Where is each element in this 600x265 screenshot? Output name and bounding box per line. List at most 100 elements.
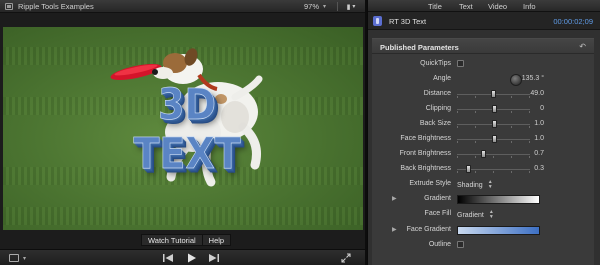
param-value[interactable]: 49.0 xyxy=(530,90,544,97)
viewer-transport-bar: ▾ xyxy=(0,249,365,265)
slider-thumb[interactable] xyxy=(492,135,497,143)
slider-thumb[interactable] xyxy=(492,120,497,128)
param-row-face-gradient: ▶ Face Gradient xyxy=(372,223,594,238)
app-window: Ripple Tools Examples 97% ▾ ▮ ▾ 3D TEXT … xyxy=(0,0,600,265)
back-size-slider[interactable] xyxy=(457,120,530,128)
next-icon[interactable] xyxy=(208,253,220,263)
slider-tick xyxy=(475,111,476,113)
divider xyxy=(337,2,338,11)
help-button[interactable]: Help xyxy=(202,234,232,246)
front-brightness-slider[interactable] xyxy=(457,150,530,158)
param-row-quicktips: QuickTips xyxy=(372,57,594,72)
quicktips-checkbox[interactable] xyxy=(457,60,464,67)
slider-tick xyxy=(511,141,512,143)
param-label: Angle xyxy=(433,75,451,82)
tab-text[interactable]: Text xyxy=(459,2,473,11)
param-value[interactable]: 0 xyxy=(540,105,544,112)
zoom-menu[interactable]: 97% ▾ xyxy=(304,1,326,12)
param-label: Face Gradient xyxy=(406,226,451,233)
param-label: Extrude Style xyxy=(409,180,451,187)
slider-tick xyxy=(475,96,476,98)
face-brightness-slider[interactable] xyxy=(457,135,530,143)
gradient-gradient-bar[interactable] xyxy=(457,195,540,204)
param-value[interactable]: 1.0 xyxy=(534,135,544,142)
slider-tick xyxy=(493,171,494,173)
section-header: Published Parameters ↶ xyxy=(372,39,594,54)
timecode: 00:00:02;09 xyxy=(553,17,593,26)
outline-checkbox[interactable] xyxy=(457,241,464,248)
chevron-down-icon: ▾ xyxy=(23,255,27,262)
zoom-value: 97% xyxy=(304,2,320,11)
popup-value: Shading xyxy=(457,181,483,189)
slider-tick xyxy=(529,111,530,113)
angle-dial[interactable] xyxy=(510,74,522,86)
disclosure-triangle-icon[interactable]: ▶ xyxy=(392,226,397,233)
viewer-panel: Ripple Tools Examples 97% ▾ ▮ ▾ 3D TEXT … xyxy=(0,0,365,265)
slider-tick xyxy=(475,141,476,143)
play-icon[interactable] xyxy=(185,253,197,263)
slider-thumb[interactable] xyxy=(492,105,497,113)
param-label: Gradient xyxy=(424,195,451,202)
param-row-clipping: Clipping 0 xyxy=(372,102,594,117)
param-label: Back Size xyxy=(419,120,451,127)
tutorial-bar: Watch Tutorial Help xyxy=(141,234,232,246)
clipping-slider[interactable] xyxy=(457,105,530,113)
inspector-panel: Title Text Video Info RT 3D Text 00:00:0… xyxy=(367,0,600,265)
slider-tick xyxy=(493,156,494,158)
slider-thumb[interactable] xyxy=(491,90,496,98)
plugin-icon xyxy=(373,16,382,26)
back-brightness-slider[interactable] xyxy=(457,165,530,173)
reset-icon[interactable]: ↶ xyxy=(579,42,586,51)
param-row-distance: Distance 49.0 xyxy=(372,87,594,102)
param-value[interactable]: 135.3 ° xyxy=(522,75,544,82)
param-row-gradient: ▶ Gradient xyxy=(372,192,594,207)
watch-tutorial-button[interactable]: Watch Tutorial xyxy=(141,234,203,246)
previous-icon[interactable] xyxy=(162,253,174,263)
slider-tick xyxy=(457,156,458,158)
transport-controls xyxy=(162,253,220,263)
slider-tick xyxy=(511,96,512,98)
param-value[interactable]: 0.3 xyxy=(534,165,544,172)
slider-tick xyxy=(457,96,458,98)
slider-thumb[interactable] xyxy=(481,150,486,158)
face-gradient-gradient-bar[interactable] xyxy=(457,226,540,235)
slider-tick xyxy=(475,171,476,173)
slider-thumb[interactable] xyxy=(466,165,471,173)
extrude-style-popup[interactable]: Shading ▲ ▼ xyxy=(457,180,493,190)
slider-tick xyxy=(457,111,458,113)
published-parameters-section: Published Parameters ↶ QuickTips Angle 135… xyxy=(372,38,594,265)
tab-title[interactable]: Title xyxy=(428,2,442,11)
slider-tick xyxy=(475,126,476,128)
slider-tick xyxy=(511,111,512,113)
slider-tick xyxy=(511,171,512,173)
param-value[interactable]: 0.7 xyxy=(534,150,544,157)
param-row-outline: Outline xyxy=(372,238,594,253)
fullscreen-icon[interactable] xyxy=(341,253,351,263)
param-row-face-fill: Face Fill Gradient ▲ ▼ xyxy=(372,207,594,222)
view-options-icon xyxy=(9,254,19,262)
viewer-title: Ripple Tools Examples xyxy=(5,2,94,11)
param-label: Distance xyxy=(423,90,451,97)
view-options-button[interactable]: ▾ xyxy=(9,254,26,262)
param-label: QuickTips xyxy=(420,60,451,67)
slider-tick xyxy=(457,126,458,128)
slider-tick xyxy=(529,171,530,173)
slider-tick xyxy=(529,156,530,158)
distance-slider[interactable] xyxy=(457,90,530,98)
param-value[interactable]: 1.0 xyxy=(534,120,544,127)
display-options-icon: ▮ xyxy=(346,3,351,11)
video-canvas[interactable]: 3D TEXT xyxy=(3,27,363,230)
tab-info[interactable]: Info xyxy=(523,2,536,11)
tab-video[interactable]: Video xyxy=(488,2,507,11)
slider-tick xyxy=(511,156,512,158)
slider-tick xyxy=(457,141,458,143)
param-label: Face Brightness xyxy=(400,135,451,142)
3d-text-title: 3D TEXT xyxy=(133,79,241,179)
param-row-extrude-style: Extrude Style Shading ▲ ▼ xyxy=(372,177,594,192)
display-options-button[interactable]: ▮ ▾ xyxy=(340,1,362,12)
inspector-title: RT 3D Text xyxy=(389,17,427,26)
updown-chevron-icon: ▲ ▼ xyxy=(487,179,493,190)
disclosure-triangle-icon[interactable]: ▶ xyxy=(392,195,397,202)
face-fill-popup[interactable]: Gradient ▲ ▼ xyxy=(457,210,494,220)
popup-value: Gradient xyxy=(457,211,484,219)
